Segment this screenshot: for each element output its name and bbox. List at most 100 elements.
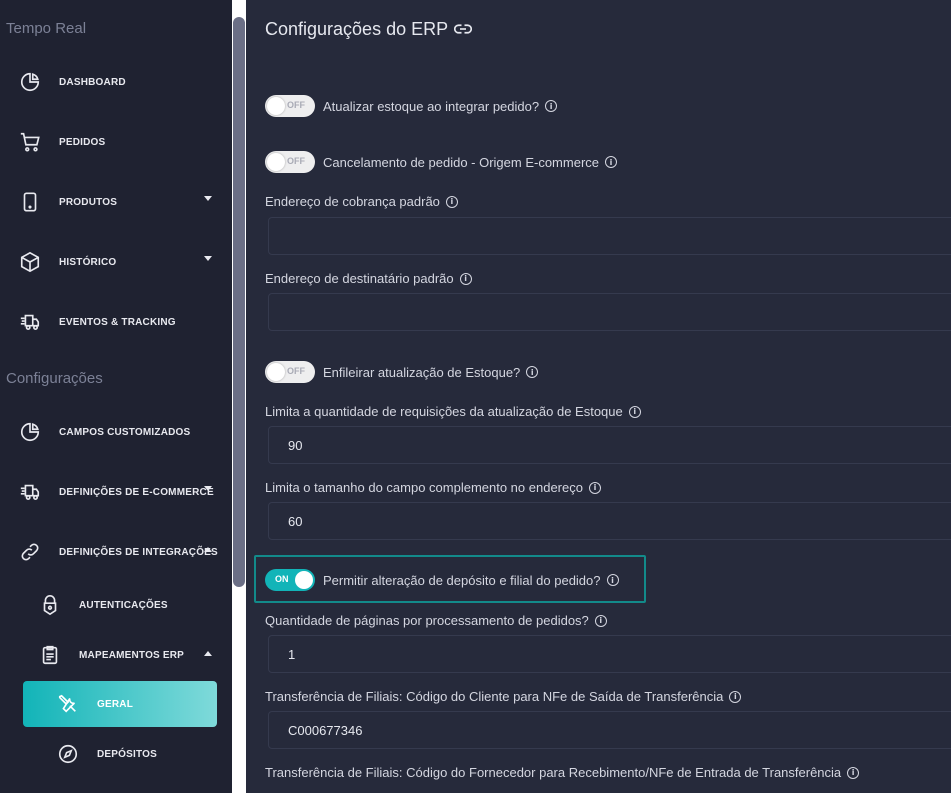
toggle-row-atualizar-estoque: OFF Atualizar estoque ao integrar pedido…: [265, 94, 558, 118]
section-title-realtime: Tempo Real: [6, 20, 87, 37]
sidebar-item-produtos[interactable]: PRODUTOS: [0, 177, 232, 227]
sidebar-item-dashboard[interactable]: DASHBOARD: [0, 57, 232, 107]
sidebar-item-label: AUTENTICAÇÕES: [79, 599, 168, 611]
toggle-knob: [295, 571, 313, 589]
chevron-down-icon: [204, 256, 212, 261]
info-icon[interactable]: i: [459, 272, 472, 285]
info-icon[interactable]: i: [628, 405, 641, 418]
toggle-permitir[interactable]: ON: [265, 569, 315, 591]
field-label-text: Transferência de Filiais: Código do Forn…: [265, 765, 842, 780]
sidebar-item-depositos[interactable]: DEPÓSITOS: [0, 729, 232, 779]
toggle-label: Atualizar estoque ao integrar pedido?: [323, 98, 540, 114]
chevron-down-icon: [204, 196, 212, 201]
field-label-limita-tam: Limita o tamanho do campo complemento no…: [265, 480, 601, 495]
field-label-text: Endereço de cobrança padrão: [265, 194, 440, 209]
sidebar-item-label: GERAL: [97, 698, 133, 710]
sidebar: Tempo Real DASHBOARD PEDIDOS PRODUTOS HI…: [0, 0, 232, 793]
field-label-text: Quantidade de páginas por processamento …: [265, 613, 589, 628]
info-icon[interactable]: i: [594, 614, 607, 627]
pie-chart-icon: [18, 420, 42, 444]
field-label-text: Limita a quantidade de requisições da at…: [265, 404, 623, 419]
chevron-up-icon: [204, 651, 212, 656]
field-label-cobranca: Endereço de cobrança padrão i: [265, 194, 458, 209]
toggle-label: Permitir alteração de depósito e filial …: [323, 572, 601, 588]
sidebar-item-autenticacoes[interactable]: AUTENTICAÇÕES: [0, 580, 232, 630]
page-title-text: Configurações do ERP: [265, 19, 449, 39]
sidebar-item-label: DEPÓSITOS: [97, 748, 157, 760]
info-icon[interactable]: i: [729, 690, 742, 703]
sidebar-item-label: DASHBOARD: [59, 76, 126, 88]
pie-chart-icon: [18, 70, 42, 94]
section-title-config: Configurações: [6, 370, 103, 387]
sidebar-item-label: EVENTOS & TRACKING: [59, 316, 176, 328]
info-icon[interactable]: i: [605, 156, 618, 168]
sidebar-item-eventos[interactable]: EVENTOS & TRACKING: [0, 297, 232, 347]
cobranca-input[interactable]: [268, 217, 951, 255]
info-icon[interactable]: i: [445, 195, 458, 208]
sidebar-item-historico[interactable]: HISTÓRICO: [0, 237, 232, 287]
toggle-knob: [267, 153, 285, 171]
sidebar-item-label: CAMPOS CUSTOMIZADOS: [59, 426, 191, 438]
sidebar-item-campos[interactable]: CAMPOS CUSTOMIZADOS: [0, 407, 232, 457]
field-label-transf-fornecedor: Transferência de Filiais: Código do Forn…: [265, 765, 860, 780]
sidebar-item-label: HISTÓRICO: [59, 256, 117, 268]
toggle-state: OFF: [287, 156, 305, 166]
toggle-row-enfileirar: OFF Enfileirar atualização de Estoque? i: [265, 360, 539, 384]
toggle-state: OFF: [287, 100, 305, 110]
sidebar-item-pedidos[interactable]: PEDIDOS: [0, 117, 232, 167]
info-icon[interactable]: i: [526, 366, 539, 378]
chevron-up-icon: [204, 547, 212, 552]
phone-icon: [18, 190, 42, 214]
sidebar-item-mapeamentos[interactable]: MAPEAMENTOS ERP: [0, 630, 232, 680]
sidebar-item-label: DEFINIÇÕES DE INTEGRAÇÕES: [59, 546, 218, 558]
sidebar-item-integracoes[interactable]: DEFINIÇÕES DE INTEGRAÇÕES: [0, 527, 232, 577]
sidebar-item-geral[interactable]: GERAL: [0, 679, 232, 729]
destinatario-input[interactable]: [268, 293, 951, 331]
limita-req-input[interactable]: 90: [268, 426, 951, 464]
limita-tam-input[interactable]: 60: [268, 502, 951, 540]
truck-icon: [18, 480, 42, 504]
lock-icon: [38, 593, 62, 617]
clipboard-icon: [38, 643, 62, 667]
info-icon[interactable]: i: [847, 766, 860, 779]
field-label-destinatario: Endereço de destinatário padrão i: [265, 271, 472, 286]
transf-cliente-input[interactable]: C000677346: [268, 711, 951, 749]
toggle-row-permitir: ON Permitir alteração de depósito e fili…: [265, 568, 619, 592]
tools-icon: [56, 692, 80, 716]
field-label-text: Limita o tamanho do campo complemento no…: [265, 480, 583, 495]
toggle-state: ON: [275, 574, 289, 584]
toggle-atualizar-estoque[interactable]: OFF: [265, 95, 315, 117]
field-label-qtd-paginas: Quantidade de páginas por processamento …: [265, 613, 607, 628]
toggle-row-cancelamento: OFF Cancelamento de pedido - Origem E-co…: [265, 150, 618, 174]
toggle-state: OFF: [287, 366, 305, 376]
sidebar-item-ecommerce[interactable]: DEFINIÇÕES DE E-COMMERCE: [0, 467, 232, 517]
main-content: Configurações do ERP OFF Atualizar estoq…: [246, 0, 951, 793]
toggle-knob: [267, 363, 285, 381]
field-label-text: Endereço de destinatário padrão: [265, 271, 454, 286]
truck-icon: [18, 310, 42, 334]
info-icon[interactable]: i: [545, 100, 558, 112]
cart-icon: [18, 130, 42, 154]
toggle-label: Enfileirar atualização de Estoque?: [323, 364, 521, 380]
chevron-down-icon: [204, 486, 212, 491]
toggle-enfileirar[interactable]: OFF: [265, 361, 315, 383]
qtd-paginas-input[interactable]: 1: [268, 635, 951, 673]
toggle-cancelamento[interactable]: OFF: [265, 151, 315, 173]
box-icon: [18, 250, 42, 274]
info-icon[interactable]: i: [588, 481, 601, 494]
sidebar-item-label: PRODUTOS: [59, 196, 118, 208]
compass-icon: [56, 742, 80, 766]
info-icon[interactable]: i: [606, 574, 619, 586]
page-title: Configurações do ERP: [265, 19, 473, 40]
field-label-limita-req: Limita a quantidade de requisições da at…: [265, 404, 641, 419]
sidebar-item-label: PEDIDOS: [59, 136, 106, 148]
toggle-label: Cancelamento de pedido - Origem E-commer…: [323, 154, 600, 170]
sidebar-item-label: DEFINIÇÕES DE E-COMMERCE: [59, 486, 214, 498]
link-icon: [18, 540, 42, 564]
field-label-text: Transferência de Filiais: Código do Clie…: [265, 689, 724, 704]
field-label-transf-cliente: Transferência de Filiais: Código do Clie…: [265, 689, 742, 704]
toggle-knob: [267, 97, 285, 115]
sidebar-scrollbar-thumb[interactable]: [233, 17, 245, 587]
link-icon[interactable]: [454, 19, 473, 40]
sidebar-item-label: MAPEAMENTOS ERP: [79, 649, 185, 661]
